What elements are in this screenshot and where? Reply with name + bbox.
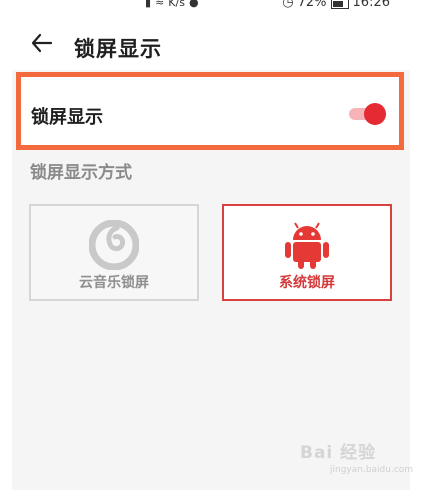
arrow-left-icon: [31, 33, 53, 53]
alarm-icon: ◷: [282, 0, 294, 10]
toggle-thumb: [364, 103, 386, 125]
status-left: ▮ ≈ K/s ●: [145, 0, 199, 9]
baidu-jingyan-watermark: Bai 经验: [300, 443, 377, 463]
option-system-lockscreen[interactable]: 系统锁屏: [222, 204, 392, 301]
network-speed: K/s: [168, 0, 185, 9]
option-label: 系统锁屏: [279, 275, 335, 291]
setting-label: 锁屏显示: [31, 107, 103, 128]
page-title: 锁屏显示: [74, 37, 162, 61]
left-gutter: [0, 70, 12, 490]
netease-cloud-music-icon: [88, 219, 140, 274]
back-button[interactable]: [30, 31, 54, 55]
top-bar: 锁屏显示: [0, 14, 424, 70]
android-icon: [284, 220, 330, 274]
section-title: 锁屏显示方式: [30, 163, 132, 183]
battery-percent: 72%: [297, 0, 327, 10]
status-right: ◷ 72% 16:26: [282, 0, 390, 10]
option-cloud-music-lockscreen[interactable]: 云音乐锁屏: [29, 204, 199, 301]
option-label: 云音乐锁屏: [79, 275, 149, 291]
lockscreen-toggle[interactable]: [349, 103, 386, 125]
status-bar: ▮ ≈ K/s ● ◷ 72% 16:26: [0, 0, 424, 14]
right-gutter: [410, 70, 424, 490]
clock: 16:26: [352, 0, 390, 10]
wifi-icon: ≈: [155, 0, 165, 9]
signal-icon: ▮: [145, 0, 152, 9]
battery-icon: [330, 0, 349, 9]
watermark-subtitle: jingyan.baidu.com: [330, 465, 414, 475]
message-icon: ●: [188, 0, 199, 9]
lockscreen-display-setting[interactable]: 锁屏显示: [16, 72, 404, 150]
